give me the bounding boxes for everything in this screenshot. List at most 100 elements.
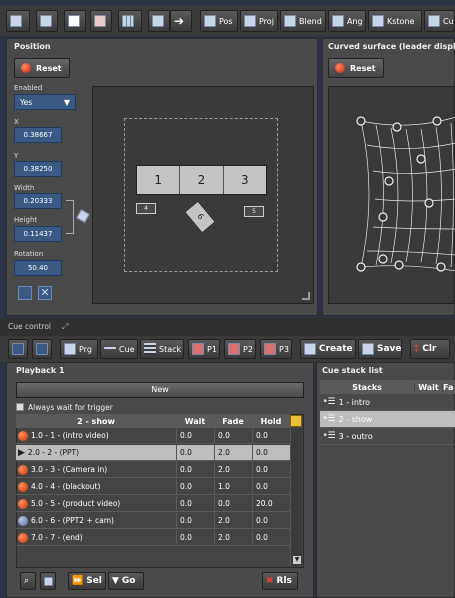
toolbar-blend-button[interactable]: Blend: [280, 10, 326, 32]
stack-item[interactable]: ⁍☰ 1 - intro: [320, 394, 455, 411]
lock-cue-button[interactable]: [40, 572, 56, 590]
table-row[interactable]: 6.0 - 6 - (PPT2 + cam) 0.0 2.0 0.0: [16, 513, 290, 529]
search-icon: ⌕: [24, 576, 30, 586]
cc-prg-button[interactable]: Prg: [60, 339, 98, 359]
clear-icon: ⁑: [414, 343, 420, 355]
x-field[interactable]: 0.38667: [14, 127, 62, 143]
cc-p1-button[interactable]: P1: [188, 339, 220, 359]
cc-stack-button[interactable]: Stack: [140, 339, 184, 359]
always-wait-label: Always wait for trigger: [28, 403, 113, 412]
blank-icon: [68, 15, 80, 27]
cue-icon: [18, 498, 28, 509]
col-hold: Hold: [260, 416, 282, 426]
always-wait-checkbox[interactable]: [16, 403, 24, 411]
cue-table-header: 2 - show Wait Fade Hold: [16, 414, 290, 428]
preset-icon: [192, 343, 204, 355]
go-arrow-icon: ▼: [112, 576, 119, 586]
cc-save-button[interactable]: Save: [358, 339, 402, 359]
cue-icon: [18, 481, 28, 492]
cc-layout2-button[interactable]: [32, 339, 52, 359]
toolbar-grid-button[interactable]: [118, 10, 142, 32]
toolbar-cu-button[interactable]: Cu: [424, 10, 455, 32]
enabled-select[interactable]: Yes ▼: [14, 94, 76, 110]
table-row-selected[interactable]: ▶ 2.0 - 2 - (PPT) 0.0 2.0 0.0: [16, 445, 290, 461]
toolbar-move-button[interactable]: [148, 10, 170, 32]
stack-item-selected[interactable]: ⁍☰ 2 - show: [320, 411, 455, 428]
chevron-down-icon: ▼: [63, 97, 70, 107]
image-icon: [94, 15, 106, 27]
cc-clr-button[interactable]: ⁑ Clr: [410, 339, 450, 359]
position-reset-button[interactable]: Reset: [14, 58, 70, 78]
cue-control-dock-icon[interactable]: ⤢: [62, 322, 68, 332]
curved-reset-button[interactable]: Reset: [328, 58, 384, 78]
cc-p2-button[interactable]: P2: [224, 339, 256, 359]
toolbar-monitor-button[interactable]: [36, 10, 58, 32]
fast-forward-icon: ⏩: [72, 576, 84, 586]
box-4[interactable]: 4: [136, 203, 156, 214]
new-cue-button[interactable]: New: [16, 382, 304, 398]
toolbar-pos-button[interactable]: Pos: [200, 10, 238, 32]
mesh-grid[interactable]: [329, 87, 455, 305]
reset-icon: [21, 63, 31, 73]
save-icon: [362, 343, 374, 355]
table-scrollbar[interactable]: ▼: [290, 428, 302, 566]
release-button[interactable]: ✖ Rls: [262, 572, 298, 590]
table-row[interactable]: 5.0 - 5 - (product video) 0.0 0.0 20.0: [16, 496, 290, 512]
toolbar-image-button[interactable]: [90, 10, 112, 32]
projector-3[interactable]: 3: [223, 166, 266, 194]
table-row[interactable]: 7.0 - 7 - (end) 0.0 2.0 0.0: [16, 530, 290, 546]
layout-icon: [36, 343, 48, 355]
y-field[interactable]: 0.38250: [14, 161, 62, 177]
kstone-icon: [372, 15, 384, 27]
toolbar-list-button[interactable]: [6, 10, 30, 32]
toolbar-kstone-button[interactable]: Kstone: [368, 10, 422, 32]
rotation-field[interactable]: 50.40: [14, 260, 62, 276]
list-icon: [10, 15, 22, 27]
stack-icon: ⁍☰: [323, 397, 336, 407]
cross-icon[interactable]: ✕: [38, 286, 52, 300]
box-5[interactable]: 5: [244, 206, 264, 217]
graph-icon[interactable]: [18, 286, 32, 300]
curved-canvas[interactable]: [328, 86, 455, 304]
cc-cue-button[interactable]: Cue: [100, 339, 138, 359]
go-button[interactable]: ▼ Go: [108, 572, 144, 590]
projector-1[interactable]: 1: [137, 166, 181, 194]
x-label: X: [14, 118, 19, 126]
sel-button[interactable]: ⏩ Sel: [68, 572, 106, 590]
resize-grip-icon[interactable]: [302, 292, 310, 300]
projector-2[interactable]: 2: [180, 166, 224, 194]
width-field[interactable]: 0.20333: [14, 193, 62, 209]
table-row[interactable]: 3.0 - 3 - (Camera in) 0.0 2.0 0.0: [16, 462, 290, 478]
cu-icon: [428, 15, 440, 27]
program-icon: [64, 343, 76, 355]
col-stack-fa: Fa: [442, 382, 454, 392]
table-row[interactable]: 1.0 - 1 - (intro video) 0.0 0.0 0.0: [16, 428, 290, 444]
toolbar-arrow-button[interactable]: ➔: [170, 10, 192, 32]
stack-item[interactable]: ⁍☰ 3 - outro: [320, 428, 455, 445]
proj-icon: [244, 15, 256, 27]
move-icon: [152, 15, 164, 27]
arrow-right-icon: ➔: [174, 14, 185, 28]
col-stacks: Stacks: [352, 382, 382, 392]
cue-stack-title: Cue stack list: [322, 366, 383, 375]
cc-create-button[interactable]: Create: [300, 339, 356, 359]
height-field[interactable]: 0.11437: [14, 226, 62, 242]
toolbar-proj-button[interactable]: Proj: [240, 10, 278, 32]
aspect-link-bracket: [66, 200, 74, 234]
cc-p3-button[interactable]: P3: [260, 339, 292, 359]
toolbar-ang-button[interactable]: Ang: [328, 10, 366, 32]
search-cue-button[interactable]: ⌕: [20, 572, 36, 590]
toolbar-white-button[interactable]: [64, 10, 86, 32]
cc-layout1-button[interactable]: [8, 339, 28, 359]
enabled-label: Enabled: [14, 84, 43, 92]
col-fade: Fade: [222, 416, 244, 426]
table-row[interactable]: 4.0 - 4 - (blackout) 0.0 1.0 0.0: [16, 479, 290, 495]
scroll-down-icon[interactable]: ▼: [293, 556, 301, 564]
y-label: Y: [14, 152, 19, 160]
reset-icon: [335, 63, 345, 73]
ang-icon: [332, 15, 344, 27]
table-settings-icon[interactable]: [290, 415, 302, 427]
projector-group[interactable]: 1 2 3: [136, 165, 267, 195]
cue-icon: [18, 464, 28, 475]
cue-icon: [104, 347, 116, 351]
